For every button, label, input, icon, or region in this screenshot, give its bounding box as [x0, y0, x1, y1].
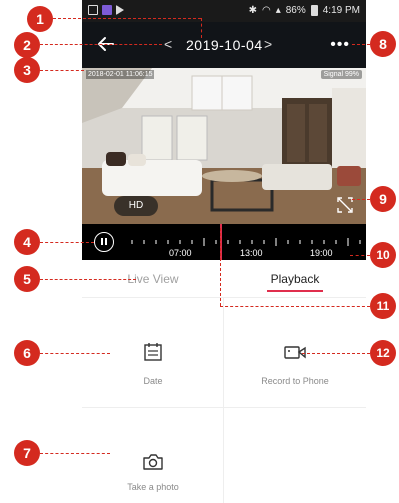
callout-10: 10 — [370, 242, 396, 268]
callout-8-leader — [352, 44, 370, 45]
playback-timeline[interactable]: 07:00 13:00 19:00 — [82, 224, 366, 260]
callout-9-leader — [352, 199, 370, 200]
callout-3-leader — [40, 70, 84, 71]
callout-4-leader — [40, 242, 94, 243]
callout-4: 4 — [14, 229, 40, 255]
callout-6: 6 — [14, 340, 40, 366]
phone-screen: ✱ ◠ ▴ 86% 4:19 PM < 2019-10-04 > ••• 201… — [82, 0, 366, 503]
bluetooth-icon: ✱ — [248, 5, 257, 16]
callout-1: 1 — [27, 6, 53, 32]
date-action-label: Date — [143, 376, 163, 386]
callout-9: 9 — [370, 186, 396, 212]
timeline-label-1300: 13:00 — [240, 248, 263, 258]
camera-video-feed[interactable]: 2018-02-01 11:06:15 Signal 99% HD — [82, 68, 366, 224]
timeline-label-1900: 19:00 — [310, 248, 333, 258]
timeline-label-0700: 07:00 — [169, 248, 192, 258]
system-indicators: ✱ ◠ ▴ 86% 4:19 PM — [249, 5, 360, 16]
action-grid: Date Record to Phone Take a photo — [82, 298, 366, 503]
callout-8: 8 — [370, 31, 396, 57]
callout-7-leader — [40, 453, 110, 454]
callout-12: 12 — [370, 340, 396, 366]
video-timestamp: 2018-02-01 11:06:15 — [86, 70, 155, 79]
play-notification-icon — [116, 5, 124, 15]
calendar-icon — [144, 343, 162, 361]
take-photo-action[interactable]: Take a photo — [82, 408, 224, 503]
signal-strength-badge: Signal 99% — [320, 70, 362, 79]
callout-5-leader — [40, 279, 136, 280]
previous-day-button[interactable]: < — [164, 36, 172, 52]
callout-3: 3 — [14, 57, 40, 83]
clock: 4:19 PM — [322, 5, 360, 16]
callout-2-leader — [40, 44, 162, 45]
pause-icon[interactable] — [94, 232, 114, 252]
take-photo-label: Take a photo — [127, 482, 179, 492]
signal-strength-icon: ▴ — [275, 5, 281, 16]
gallery-notification-icon — [88, 5, 98, 15]
callout-5: 5 — [14, 266, 40, 292]
callout-11-leader-drop — [220, 228, 221, 306]
more-options-icon[interactable]: ••• — [330, 36, 350, 54]
notification-icons — [88, 5, 124, 15]
callout-7: 7 — [14, 440, 40, 466]
camera-icon — [143, 454, 163, 470]
callout-2: 2 — [14, 32, 40, 58]
active-tab-indicator — [267, 290, 323, 292]
date-title: 2019-10-04 — [186, 37, 263, 53]
next-day-button[interactable]: > — [264, 36, 272, 52]
empty-grid-cell — [224, 408, 366, 503]
timeline-ticks — [131, 238, 361, 246]
app-header: < 2019-10-04 > ••• — [82, 22, 366, 68]
wifi-icon: ◠ — [261, 5, 271, 16]
battery-percent: 86% — [285, 5, 306, 16]
callout-11-leader — [220, 306, 370, 307]
callout-1-leader — [53, 18, 201, 19]
callout-1-leader-drop — [201, 18, 202, 38]
tab-playback[interactable]: Playback — [224, 260, 366, 298]
record-to-phone-label: Record to Phone — [261, 376, 329, 386]
app-notification-icon — [102, 5, 112, 15]
battery-icon — [310, 5, 318, 16]
callout-6-leader — [40, 353, 110, 354]
callout-12-leader — [302, 353, 370, 354]
video-camera-icon — [284, 346, 306, 359]
callout-11: 11 — [370, 293, 396, 319]
hd-quality-button[interactable]: HD — [114, 196, 158, 216]
callout-10-leader — [350, 255, 370, 256]
